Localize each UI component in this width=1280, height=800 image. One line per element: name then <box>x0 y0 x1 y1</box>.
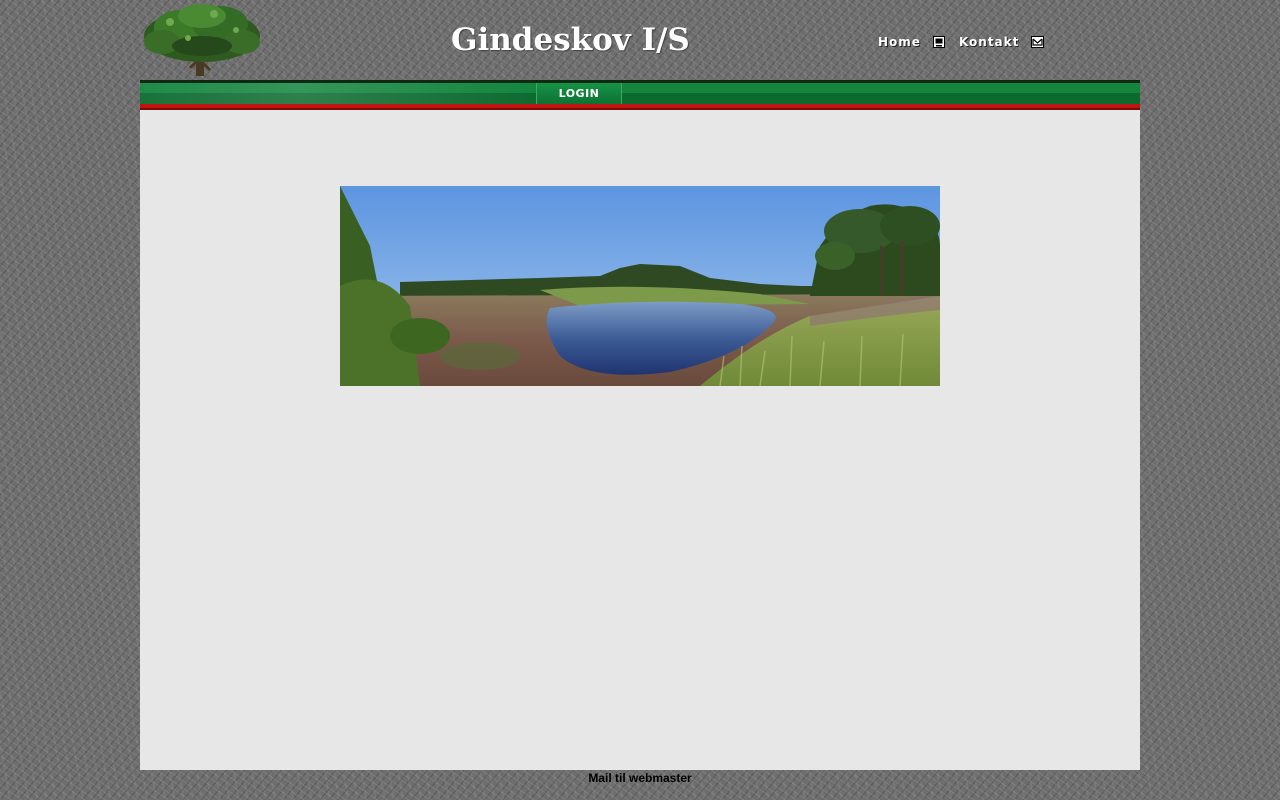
site-title: Gindeskov I/S <box>451 22 690 58</box>
content-area <box>140 110 1140 770</box>
tree-logo-icon <box>144 4 260 76</box>
top-navigation: Home Kontakt <box>878 33 1058 51</box>
site-header: Gindeskov I/S Home Kontakt <box>140 0 1140 80</box>
contact-link[interactable]: Kontakt <box>959 35 1019 49</box>
navbar-decoration <box>140 83 540 104</box>
envelope-icon[interactable] <box>1031 33 1045 52</box>
home-link[interactable]: Home <box>878 35 921 49</box>
login-button[interactable]: LOGIN <box>536 83 622 104</box>
mail-webmaster-link[interactable]: Mail til webmaster <box>588 771 691 785</box>
computer-icon[interactable] <box>932 33 945 52</box>
footer: Mail til webmaster <box>0 770 1280 786</box>
page-container: Gindeskov I/S Home Kontakt LOGIN <box>140 0 1140 770</box>
landscape-photo <box>340 186 940 386</box>
main-navbar: LOGIN <box>140 80 1140 110</box>
